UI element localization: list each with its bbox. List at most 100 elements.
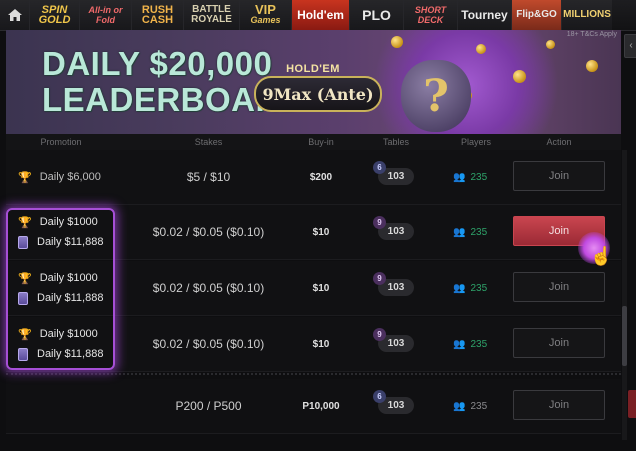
home-icon[interactable] <box>0 0 30 30</box>
stakes-value: $0.02 / $0.05 ($0.10) <box>152 337 265 351</box>
players-cell: 👥 235 <box>453 205 503 259</box>
tab-label: BATTLE ROYALE <box>191 4 232 25</box>
buyin-value: $10 <box>312 338 330 350</box>
header-stakes: Stakes <box>194 137 223 147</box>
promo-cell: 🏆 Daily $6,000 <box>18 150 101 204</box>
tab-plo[interactable]: PLO <box>350 0 404 30</box>
banner-terms: 18+ T&Cs Apply <box>566 31 617 38</box>
stakes-value: $0.02 / $0.05 ($0.10) <box>152 225 265 239</box>
coin-icon <box>391 36 403 48</box>
tab-label: Tourney <box>461 8 508 22</box>
join-button[interactable]: Join <box>513 328 605 358</box>
stakes-value: P200 / P500 <box>175 399 242 413</box>
header-action: Action <box>546 137 572 147</box>
players-cell: 👥 235 <box>453 261 503 315</box>
join-button[interactable]: Join <box>513 390 605 420</box>
tables-cell: 6 103 <box>373 150 423 204</box>
tables-cell: 9 103 <box>373 205 423 259</box>
players-cell: 👥 235 <box>453 150 503 204</box>
tab-flip-go[interactable]: Flip&GO <box>512 0 562 30</box>
tab-tourney[interactable]: Tourney <box>458 0 512 30</box>
players-icon: 👥 <box>453 338 466 350</box>
join-button[interactable]: Join <box>513 272 605 302</box>
top-nav: SPIN GOLD All-in or Fold RUSH CASH BATTL… <box>0 0 636 31</box>
question-mark: ? <box>423 71 449 122</box>
tab-holdem[interactable]: Hold'em <box>292 0 350 30</box>
stakes-value: $0.02 / $0.05 ($0.10) <box>152 281 265 295</box>
tab-spin-gold[interactable]: SPIN GOLD <box>30 0 80 30</box>
tab-label: Hold'em <box>297 8 344 22</box>
card-icon <box>18 235 28 249</box>
tab-label: MILLIONS <box>563 9 611 20</box>
players-icon: 👥 <box>453 400 466 412</box>
header-buyin: Buy-in <box>308 137 334 147</box>
side-panel-toggle[interactable]: ‹ <box>624 34 636 58</box>
players-icon: 👥 <box>453 282 466 294</box>
table-count-badge: 6 <box>373 161 386 174</box>
promo-line: Daily $11,888 <box>18 232 118 252</box>
promo-label: Daily $11,888 <box>37 292 104 304</box>
trophy-icon: 🏆 <box>18 272 32 285</box>
table-row[interactable]: 🏆 Daily $1000 Daily $11,888 $0.02 / $0.05… <box>6 261 621 316</box>
promo-line: 🏆 Daily $1000 <box>18 324 118 344</box>
stakes-value: $5 / $10 <box>186 170 231 184</box>
table-count-badge: 9 <box>373 328 386 341</box>
tab-all-in-or-fold[interactable]: All-in or Fold <box>80 0 132 30</box>
tab-label: VIP <box>255 2 276 17</box>
tab-label: RUSH CASH <box>141 4 174 26</box>
section-divider <box>6 373 621 375</box>
promo-line: Daily $11,888 <box>18 288 118 308</box>
table-count-badge: 9 <box>373 272 386 285</box>
promo-line: 🏆 Daily $1000 <box>18 212 118 232</box>
buyin-value: $200 <box>309 171 333 183</box>
tab-vip-games[interactable]: VIP Games <box>240 0 292 30</box>
players-icon: 👥 <box>453 226 466 238</box>
players-count: 235 <box>470 226 488 238</box>
promo-label: Daily $6,000 <box>39 171 101 183</box>
scrollbar[interactable] <box>622 150 627 440</box>
promo-label: Daily $1000 <box>39 328 98 340</box>
tab-label: PLO <box>362 7 391 23</box>
tab-short-deck[interactable]: SHORT DECK <box>404 0 458 30</box>
promo-line: Daily $11,888 <box>18 344 118 364</box>
header-promotion: Promotion <box>40 137 82 147</box>
players-cell: 👥 235 <box>453 379 503 433</box>
tab-label: All-in or Fold <box>88 5 123 25</box>
table-count-badge: 9 <box>373 216 386 229</box>
promo-label: Daily $1000 <box>39 216 98 228</box>
table-row[interactable]: 🏆 Daily $1000 Daily $11,888 $0.02 / $0.05… <box>6 317 621 372</box>
table-row[interactable]: 🏆 Daily $6,000 $5 / $10 $200 6 103 👥 235 … <box>6 150 621 205</box>
banner-holdem-label: HOLD'EM <box>286 63 340 75</box>
tab-label: SHORT DECK <box>414 5 447 25</box>
card-icon <box>18 347 28 361</box>
coin-icon <box>476 44 486 54</box>
trophy-icon: 🏆 <box>18 328 32 341</box>
leaderboard-banner[interactable]: ? DAILY $20,000 LEADERBOARD HOLD'EM 9Max… <box>6 30 621 134</box>
tab-millions[interactable]: MILLIONS <box>562 0 612 30</box>
mystery-egg-icon: ? <box>401 60 471 132</box>
players-cell: 👥 235 <box>453 317 503 371</box>
buyin-value: $10 <box>312 226 330 238</box>
promo-label: Daily $11,888 <box>37 348 104 360</box>
tab-rush-cash[interactable]: RUSH CASH <box>132 0 184 30</box>
coin-icon <box>513 70 526 83</box>
tables-cell: 9 103 <box>373 261 423 315</box>
tab-label: Flip&GO <box>516 9 557 20</box>
scrollbar-thumb[interactable] <box>622 306 627 366</box>
tab-sublabel: Games <box>250 15 281 25</box>
tab-battle-royale[interactable]: BATTLE ROYALE <box>184 0 240 30</box>
join-button[interactable]: Join <box>513 161 605 191</box>
trophy-icon: 🏆 <box>18 171 32 184</box>
coin-icon <box>546 40 555 49</box>
buyin-value: $10 <box>312 282 330 294</box>
table-row[interactable]: P200 / P500 P10,000 6 103 👥 235 Join <box>6 379 621 434</box>
table-row[interactable]: 🏆 Daily $1000 Daily $11,888 $0.02 / $0.05… <box>6 205 621 260</box>
players-count: 235 <box>470 338 488 350</box>
promo-cell: 🏆 Daily $1000 Daily $11,888 <box>18 212 118 252</box>
side-action-button[interactable] <box>628 390 636 418</box>
card-icon <box>18 291 28 305</box>
players-count: 235 <box>470 171 488 183</box>
header-tables: Tables <box>382 137 409 147</box>
banner-format-pill: 9Max (Ante) <box>254 76 382 112</box>
tab-label: SPIN GOLD <box>38 4 71 26</box>
